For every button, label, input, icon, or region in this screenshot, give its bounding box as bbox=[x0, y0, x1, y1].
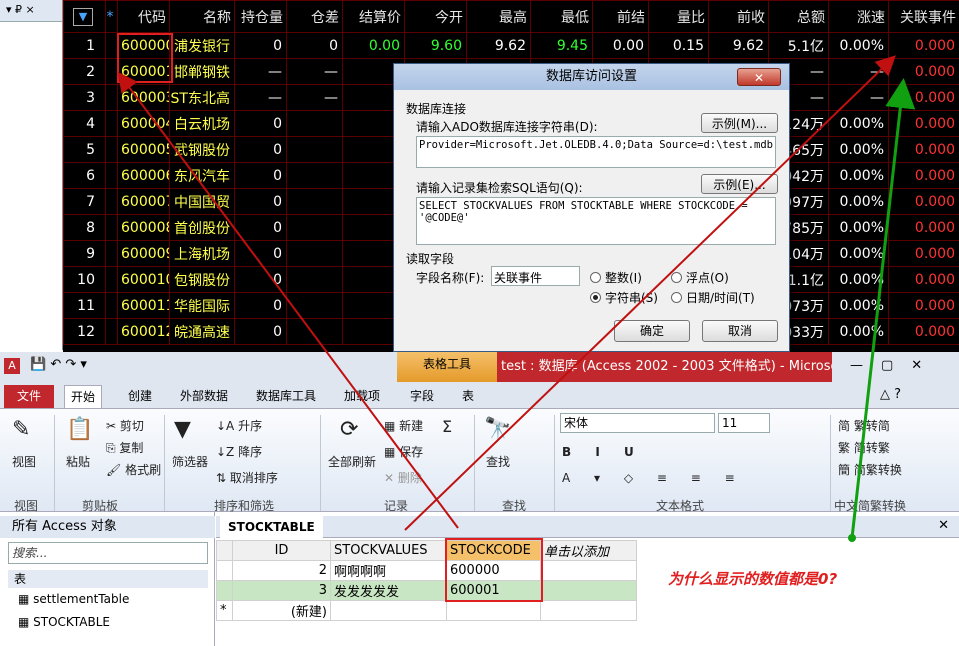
green-arrow-dot bbox=[848, 534, 856, 542]
red-arrow-code bbox=[117, 71, 459, 529]
annotation-arrows bbox=[117, 55, 916, 542]
green-arrow-event bbox=[850, 78, 916, 539]
red-arrow-event bbox=[404, 55, 896, 531]
